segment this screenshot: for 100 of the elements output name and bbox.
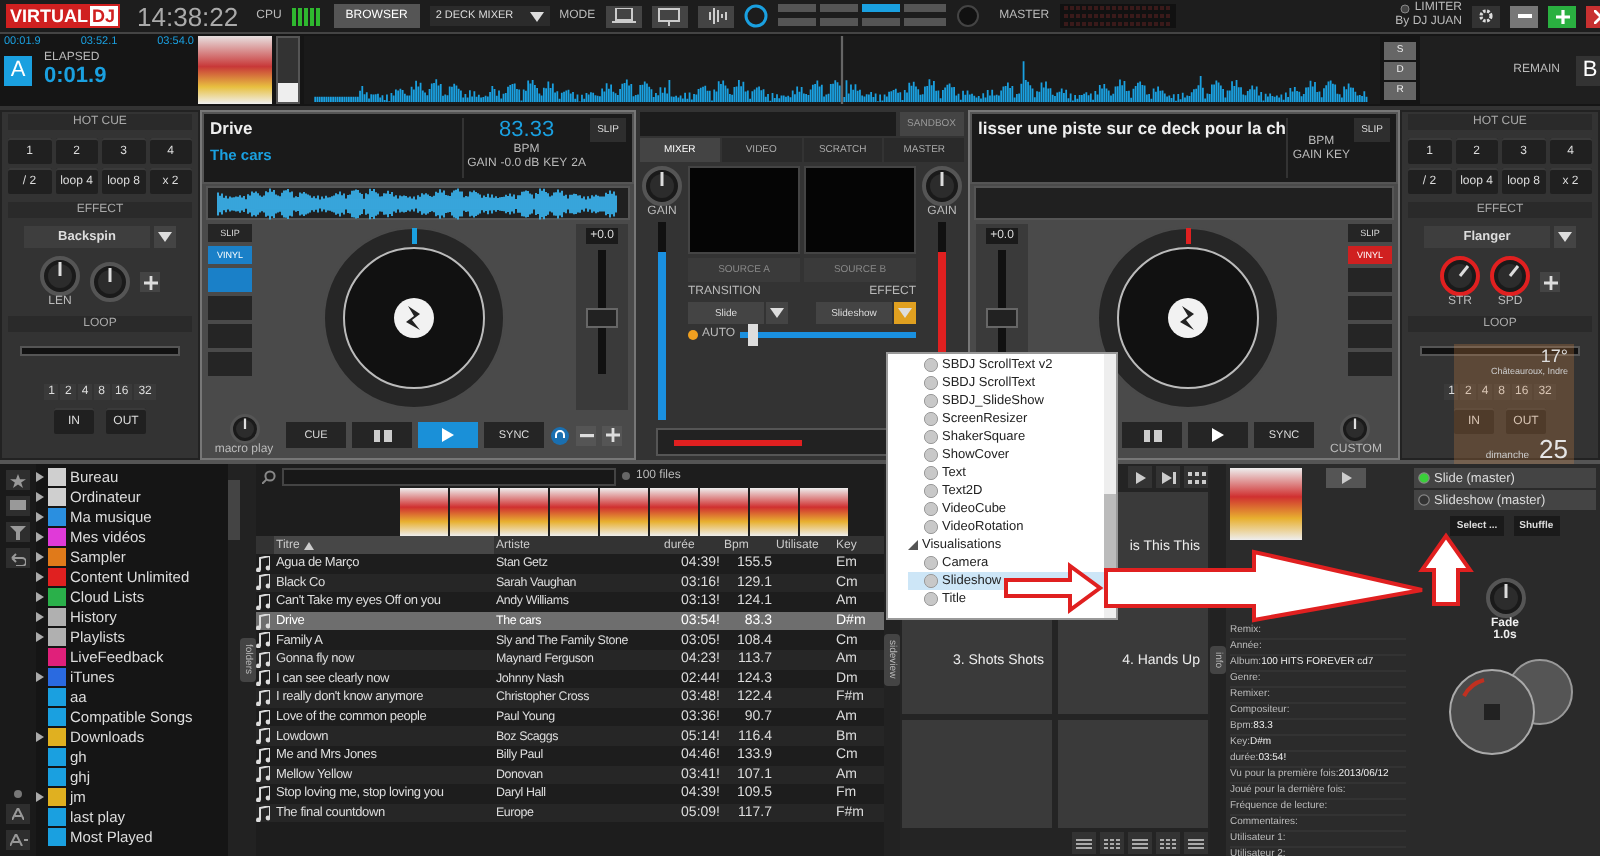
- play-icon: [1135, 471, 1145, 483]
- zoom-in-button[interactable]: [6, 804, 30, 824]
- dropdown-button[interactable]: [1554, 226, 1576, 248]
- preview-play-button[interactable]: [1326, 468, 1366, 488]
- laptop-button[interactable]: [605, 5, 642, 27]
- maximize-button[interactable]: [1548, 5, 1576, 27]
- album-cover-placeholder: [600, 488, 648, 536]
- album-cover-placeholder: [400, 488, 448, 536]
- sampler-tool-button[interactable]: [1072, 832, 1096, 854]
- expand-arrow-icon: [908, 540, 918, 550]
- dot-icon: [622, 472, 630, 480]
- monitor-icon: [658, 7, 681, 25]
- tool-icon: [1104, 837, 1120, 849]
- undo-icon: [10, 551, 26, 565]
- play-button[interactable]: [1188, 422, 1248, 448]
- dot-icon: [14, 790, 22, 798]
- favorites-button[interactable]: [6, 470, 30, 490]
- turntable-drawing[interactable]: [322, 225, 506, 409]
- minimize-button[interactable]: [1510, 5, 1538, 27]
- album-cover-placeholder: [550, 488, 598, 536]
- dropdown-button[interactable]: [766, 302, 788, 324]
- sampler-tool-button[interactable]: [1184, 832, 1208, 854]
- pause-icon: [373, 429, 391, 441]
- sampler-tool-button[interactable]: [1156, 832, 1180, 854]
- grid-button[interactable]: [1184, 466, 1208, 488]
- turntable-drawing[interactable]: [1096, 225, 1280, 409]
- zoom-out-button[interactable]: [6, 830, 30, 850]
- music-note-icon: [256, 805, 270, 822]
- caret-icon: [898, 308, 912, 318]
- knob-icon[interactable]: [1490, 256, 1530, 296]
- elapsed-time: 0:01.9: [44, 64, 107, 88]
- waveform-icon: [703, 8, 728, 24]
- pause-button[interactable]: [1122, 422, 1182, 448]
- app-logo: VIRTUAL DJ: [6, 4, 120, 28]
- album-cover-placeholder: [650, 488, 698, 536]
- screen-button[interactable]: [651, 5, 688, 27]
- plus-icon: [143, 275, 157, 289]
- caret-icon: [158, 232, 172, 242]
- knob-icon[interactable]: [1340, 414, 1371, 444]
- empty-deck-prompt: lisser une piste sur ce deck pour la ch: [978, 118, 1283, 138]
- star-icon: [10, 473, 26, 487]
- filter-icon: [10, 525, 26, 539]
- text-size-icon: [12, 808, 24, 820]
- waveform-button[interactable]: [697, 5, 734, 27]
- album-cover-placeholder: [198, 36, 272, 104]
- settings-icon: [1478, 8, 1494, 24]
- knob-icon[interactable]: [229, 414, 259, 444]
- search-icon: [262, 469, 276, 483]
- clock: 14:38:22: [137, 1, 239, 31]
- expand-arrow-icon: [36, 731, 44, 741]
- skip-button[interactable]: [1156, 466, 1180, 488]
- plus-icon: [1543, 275, 1557, 289]
- pause-icon: [1143, 429, 1161, 441]
- scrollbar[interactable]: [228, 464, 240, 856]
- add-button[interactable]: [140, 272, 160, 292]
- pitch-down-button[interactable]: [576, 425, 596, 445]
- sampler-tool-button[interactable]: [1128, 832, 1152, 854]
- plus-icon: [1555, 9, 1569, 23]
- headphones-icon[interactable]: [550, 425, 570, 445]
- settings-button[interactable]: [1472, 5, 1500, 27]
- dropdown-button[interactable]: [154, 226, 176, 248]
- pause-button[interactable]: [352, 422, 412, 448]
- undo-button[interactable]: [6, 548, 30, 568]
- laptop-icon: [611, 8, 636, 24]
- waveform-drawing[interactable]: [304, 36, 1380, 104]
- caret-icon: [529, 11, 544, 21]
- sampler-tool-button[interactable]: [1100, 832, 1124, 854]
- text-field[interactable]: [640, 112, 896, 136]
- search-field[interactable]: [282, 467, 616, 485]
- album-cover-placeholder: [700, 488, 748, 536]
- album-cover-placeholder: [1230, 468, 1302, 540]
- sort-arrow-icon: [303, 541, 314, 549]
- deck-letter: A: [4, 55, 32, 85]
- bpm-readout: 83.33: [499, 118, 555, 142]
- tool-icon: [1076, 837, 1092, 849]
- grid-icon: [1187, 471, 1205, 483]
- knob-icon[interactable]: [743, 4, 768, 28]
- play-button[interactable]: [1128, 466, 1152, 488]
- play-icon: [1341, 472, 1351, 484]
- track-title: Drive: [210, 118, 255, 138]
- filter-button[interactable]: [6, 522, 30, 542]
- video-preview: [688, 166, 800, 254]
- expand-arrow-icon: [36, 791, 44, 801]
- caret-icon: [1558, 232, 1572, 242]
- indicator-icon: [688, 329, 698, 339]
- add-button[interactable]: [1540, 272, 1560, 292]
- temperature: 17°: [1540, 346, 1568, 366]
- minimize-icon: [1517, 14, 1531, 18]
- expand-arrow-icon: [36, 671, 44, 681]
- knob-icon[interactable]: [1440, 256, 1480, 296]
- album-cover-placeholder: [450, 488, 498, 536]
- plus-icon: [605, 428, 619, 442]
- computer-button[interactable]: [6, 496, 30, 516]
- pitch-up-button[interactable]: [602, 425, 622, 445]
- deck-letter: B: [1576, 55, 1600, 85]
- video-preview: [804, 166, 916, 254]
- cpu-meter-icon: [291, 7, 324, 25]
- minus-icon: [579, 433, 593, 437]
- tool-icon: [1160, 837, 1176, 849]
- layout-selector-icon[interactable]: [777, 4, 946, 28]
